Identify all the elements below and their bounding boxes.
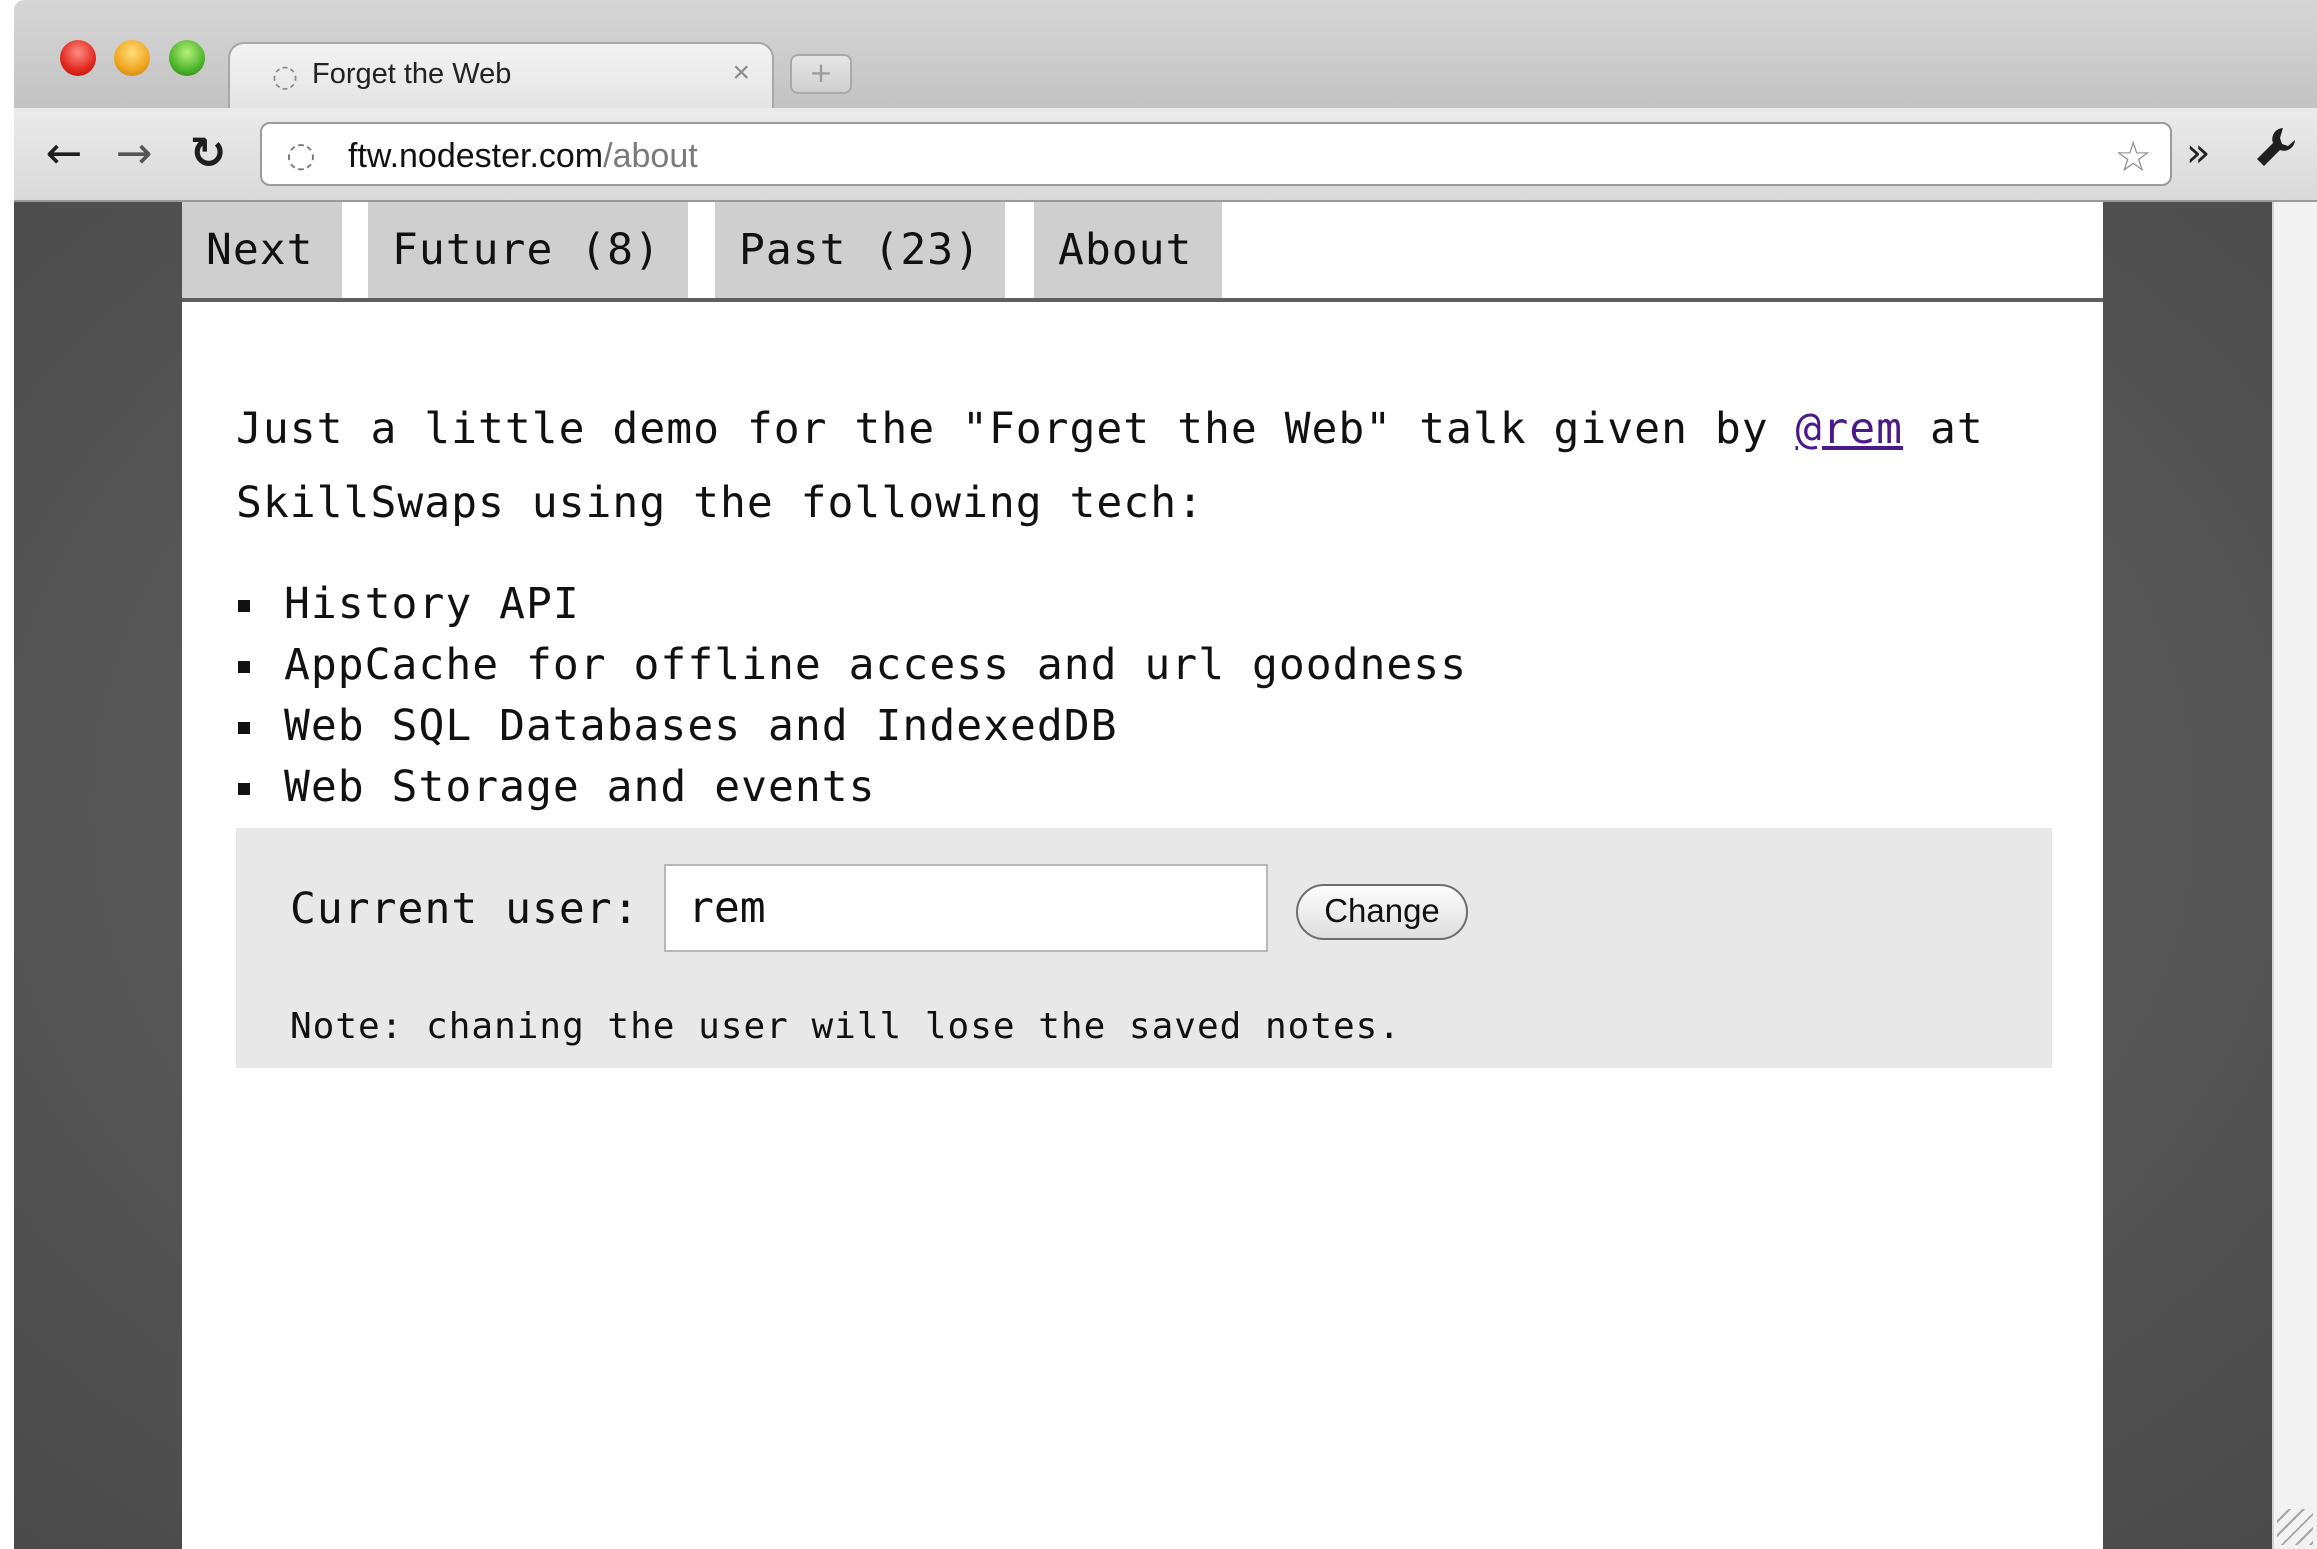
globe-icon: ◌ [271, 59, 299, 94]
address-bar[interactable]: ◌ ftw.nodester.com/about ☆ [260, 122, 2172, 186]
wrench-icon [2257, 128, 2295, 166]
page-viewport: Next Future (8) Past (23) About Just a l… [14, 202, 2272, 1549]
rem-link[interactable]: @rem [1796, 404, 1904, 454]
tab-about[interactable]: About [1034, 202, 1222, 298]
list-item: Web Storage and events [236, 757, 2036, 818]
current-user-label: Current user: [290, 884, 640, 934]
resize-grip-icon[interactable] [2277, 1509, 2313, 1545]
close-window-button[interactable] [60, 40, 96, 76]
new-tab-button[interactable]: + [790, 54, 852, 94]
close-tab-icon[interactable]: × [732, 56, 750, 90]
url-text[interactable]: ftw.nodester.com/about [348, 137, 698, 176]
url-path: /about [603, 137, 698, 175]
browser-tab-active[interactable]: ◌ Forget the Web × [228, 42, 774, 108]
user-settings-box: Current user: Change Note: chaning the u… [236, 828, 2052, 1068]
globe-icon: ◌ [286, 135, 316, 175]
page-content: Next Future (8) Past (23) About Just a l… [182, 202, 2103, 1549]
url-host: ftw.nodester.com [348, 137, 604, 175]
vertical-scrollbar[interactable] [2272, 202, 2317, 1549]
browser-window: ◌ Forget the Web × + ← → ↻ ◌ ftw.nodeste… [0, 0, 2317, 1549]
tab-strip: ◌ Forget the Web × + [14, 0, 2317, 108]
site-nav: Next Future (8) Past (23) About [182, 202, 2103, 302]
bookmark-star-icon[interactable]: ☆ [2114, 132, 2152, 181]
minimize-window-button[interactable] [114, 40, 150, 76]
current-user-input[interactable] [664, 864, 1268, 952]
user-change-note: Note: chaning the user will lose the sav… [290, 1006, 1402, 1047]
browser-toolbar: ← → ↻ ◌ ftw.nodester.com/about ☆ » [14, 108, 2317, 202]
zoom-window-button[interactable] [169, 40, 205, 76]
list-item: Web SQL Databases and IndexedDB [236, 696, 2036, 757]
list-item: History API [236, 574, 2036, 635]
change-user-button[interactable]: Change [1296, 884, 1468, 940]
reload-icon[interactable]: ↻ [180, 126, 236, 182]
tab-future[interactable]: Future (8) [368, 202, 688, 298]
tech-list: History API AppCache for offline access … [236, 574, 2036, 818]
list-item: AppCache for offline access and url good… [236, 635, 2036, 696]
back-arrow-icon[interactable]: ← [36, 126, 92, 182]
wrench-menu-icon[interactable] [2246, 124, 2306, 184]
tab-past[interactable]: Past (23) [715, 202, 1005, 298]
extensions-overflow-icon[interactable]: » [2186, 130, 2210, 176]
intro-paragraph: Just a little demo for the "Forget the W… [236, 392, 2066, 540]
tab-next[interactable]: Next [182, 202, 342, 298]
intro-text-before: Just a little demo for the "Forget the W… [236, 404, 1796, 454]
forward-arrow-icon[interactable]: → [106, 126, 162, 182]
tab-title: Forget the Web [312, 58, 512, 90]
